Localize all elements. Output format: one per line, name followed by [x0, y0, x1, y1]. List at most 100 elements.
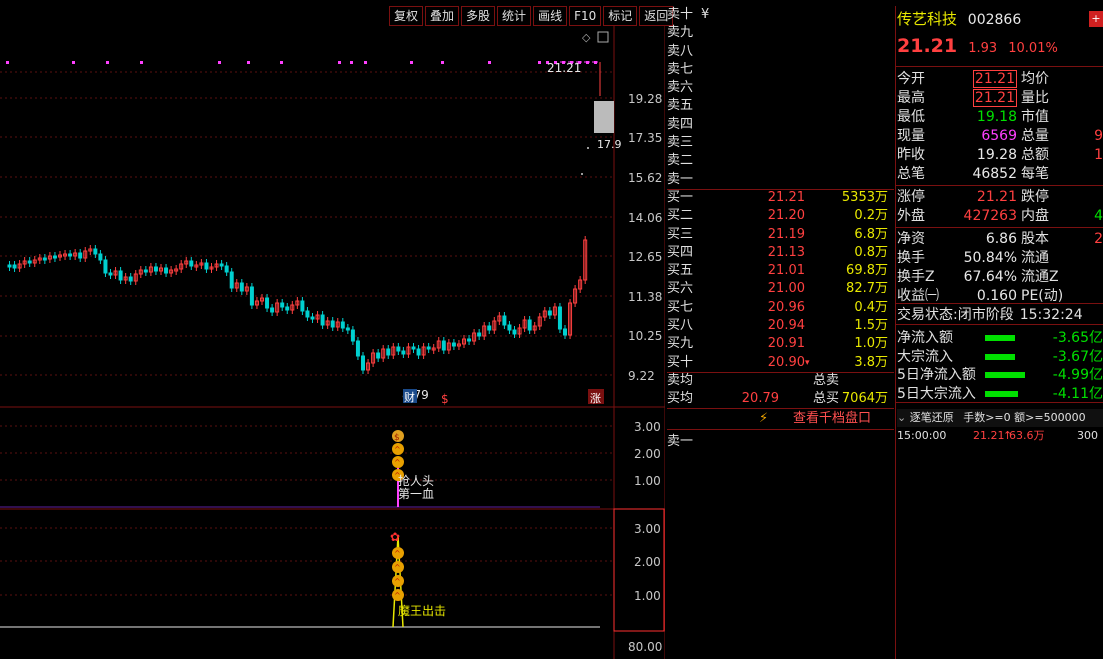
buy-level-row[interactable]: 买七 20.96 0.4万 [667, 299, 894, 317]
svg-text:^: ^ [394, 563, 401, 572]
price-label: 14.06 [628, 211, 662, 225]
avg-buy-row: 买均 20.79 总买 7064万 [667, 390, 894, 408]
finance-badge-text: 财 [404, 390, 415, 404]
buy-level-row[interactable]: 买十 20.90 ▾ 3.8万 [667, 354, 894, 372]
signal-dot [364, 61, 367, 64]
flow-label: 净流入额 [897, 330, 953, 346]
candle [502, 315, 507, 326]
quote-row: 总笔 46852 每笔 [897, 165, 1103, 184]
buy-level-row[interactable]: 买一 21.21 5353万 [667, 189, 894, 207]
candle [27, 260, 32, 264]
toolbar-mark-button[interactable]: 标记 [603, 6, 638, 26]
toolbar-draw-line-button[interactable]: 画线 [533, 6, 568, 26]
ind2-scale-label: 2.00 [634, 555, 661, 569]
quote-row: 涨停 21.21 跌停 [897, 188, 1103, 207]
candles [7, 147, 589, 374]
level-volume: 82.7万 [846, 281, 888, 297]
level-volume [805, 152, 894, 170]
sell-level-row[interactable]: 卖十 ¥ [667, 6, 894, 24]
tick-vol: 63.6万 [1009, 429, 1045, 442]
toolbar-f10-button[interactable]: F10 [569, 6, 602, 26]
sell-level-row[interactable]: 卖三 [667, 134, 894, 152]
level-price [737, 79, 805, 97]
quote-label: 换手Z [897, 269, 935, 285]
candle [52, 255, 57, 259]
sell-level-row[interactable]: 卖六 [667, 79, 894, 97]
candle [143, 269, 148, 273]
trade-state: 闭市阶段 [957, 307, 1014, 323]
dollar-badge[interactable]: $ [441, 392, 449, 406]
toolbar-fuquan-button[interactable]: 复权 [389, 6, 424, 26]
level-volume [805, 79, 894, 97]
signal-dot [410, 61, 413, 64]
window-icon[interactable] [597, 31, 609, 43]
flow-label: 5日净流入额 [897, 367, 976, 383]
quote-label2: 总量 [1021, 128, 1049, 144]
quote-label2: 流通Z [1021, 269, 1059, 285]
tick-header-label[interactable]: 逐笔还原 [910, 411, 954, 424]
kline-chart[interactable]: ◇ 19.28 17.35 15.62 14.06 12.65 11.38 10… [0, 26, 665, 659]
flow-value: -4.99亿 [1052, 367, 1103, 383]
quote-value2: 4 [1094, 208, 1103, 224]
level-label: 卖七 [667, 61, 694, 77]
limit-up-dot [581, 173, 583, 175]
candle [310, 316, 315, 320]
buy-level-row[interactable]: 买八 20.94 1.5万 [667, 317, 894, 335]
candle [265, 297, 270, 309]
candle [98, 253, 103, 261]
quote-label: 净资 [897, 231, 925, 247]
candle [280, 302, 285, 308]
buy-level-row[interactable]: 买九 20.91 1.0万 [667, 335, 894, 353]
buy-level-row[interactable]: 买四 21.13 0.8万 [667, 244, 894, 262]
candle [78, 252, 83, 259]
lightning-icon: ⚡ [759, 410, 769, 426]
sell-level-row[interactable]: 卖一 [667, 171, 894, 189]
candle [416, 348, 421, 356]
quote-value2 [1069, 268, 1103, 287]
price-label: 12.65 [628, 250, 662, 264]
toolbar-overlay-button[interactable]: 叠加 [425, 6, 460, 26]
buy-level-row[interactable]: 买六 21.00 82.7万 [667, 280, 894, 298]
chevron-down-icon[interactable]: ⌄ [897, 411, 906, 424]
candle [557, 306, 562, 330]
toolbar-multi-stock-button[interactable]: 多股 [461, 6, 496, 26]
candle [340, 321, 345, 329]
sell-level-row[interactable]: 卖五 [667, 97, 894, 115]
buy-level-row[interactable]: 买五 21.01 69.8万 [667, 262, 894, 280]
candle [164, 267, 169, 274]
candle [219, 263, 224, 267]
price-label: 19.28 [628, 92, 662, 106]
add-button[interactable]: + [1089, 11, 1103, 27]
capital-flow-row: 大宗流入 -3.67亿 [897, 348, 1103, 367]
tick-filter[interactable]: 手数>=0 额>=500000 [963, 411, 1085, 424]
sell-level-row[interactable]: 卖八 [667, 43, 894, 61]
candle [189, 260, 194, 267]
candle [355, 340, 360, 357]
capital-flow-row: 5日大宗流入 -4.11亿 [897, 385, 1103, 404]
diamond-icon[interactable]: ◇ [582, 31, 591, 44]
level-price [737, 6, 805, 24]
ind1-text1: 抢人头 [398, 473, 434, 488]
sell-level-row[interactable]: 卖九 [667, 24, 894, 42]
price-axis: 19.28 17.35 15.62 14.06 12.65 11.38 10.2… [628, 92, 662, 383]
flow-label: 大宗流入 [897, 348, 953, 365]
quote-value: 6.86 [985, 231, 1017, 247]
buy-level-row[interactable]: 买三 21.19 6.8万 [667, 226, 894, 244]
sell-level-row[interactable]: 卖二 [667, 152, 894, 170]
price-change: 1.93 [968, 41, 998, 56]
candle [411, 346, 416, 350]
sell-level-row[interactable]: 卖七 [667, 61, 894, 79]
buy-level-row[interactable]: 买二 21.20 0.2万 [667, 207, 894, 225]
quote-label: 外盘 [897, 208, 925, 224]
sell-level-row[interactable]: 卖四 [667, 116, 894, 134]
signal-dot [538, 61, 541, 64]
candle [103, 259, 108, 274]
level-label: 买十 [667, 354, 694, 370]
toolbar-stats-button[interactable]: 统计 [497, 6, 532, 26]
level-price [737, 43, 805, 61]
view-depth-link[interactable]: 查看千档盘口 [793, 409, 871, 429]
candle [128, 276, 133, 282]
svg-text:$: $ [394, 433, 400, 443]
candle [350, 329, 355, 342]
level-price: 20.96 [767, 299, 805, 315]
